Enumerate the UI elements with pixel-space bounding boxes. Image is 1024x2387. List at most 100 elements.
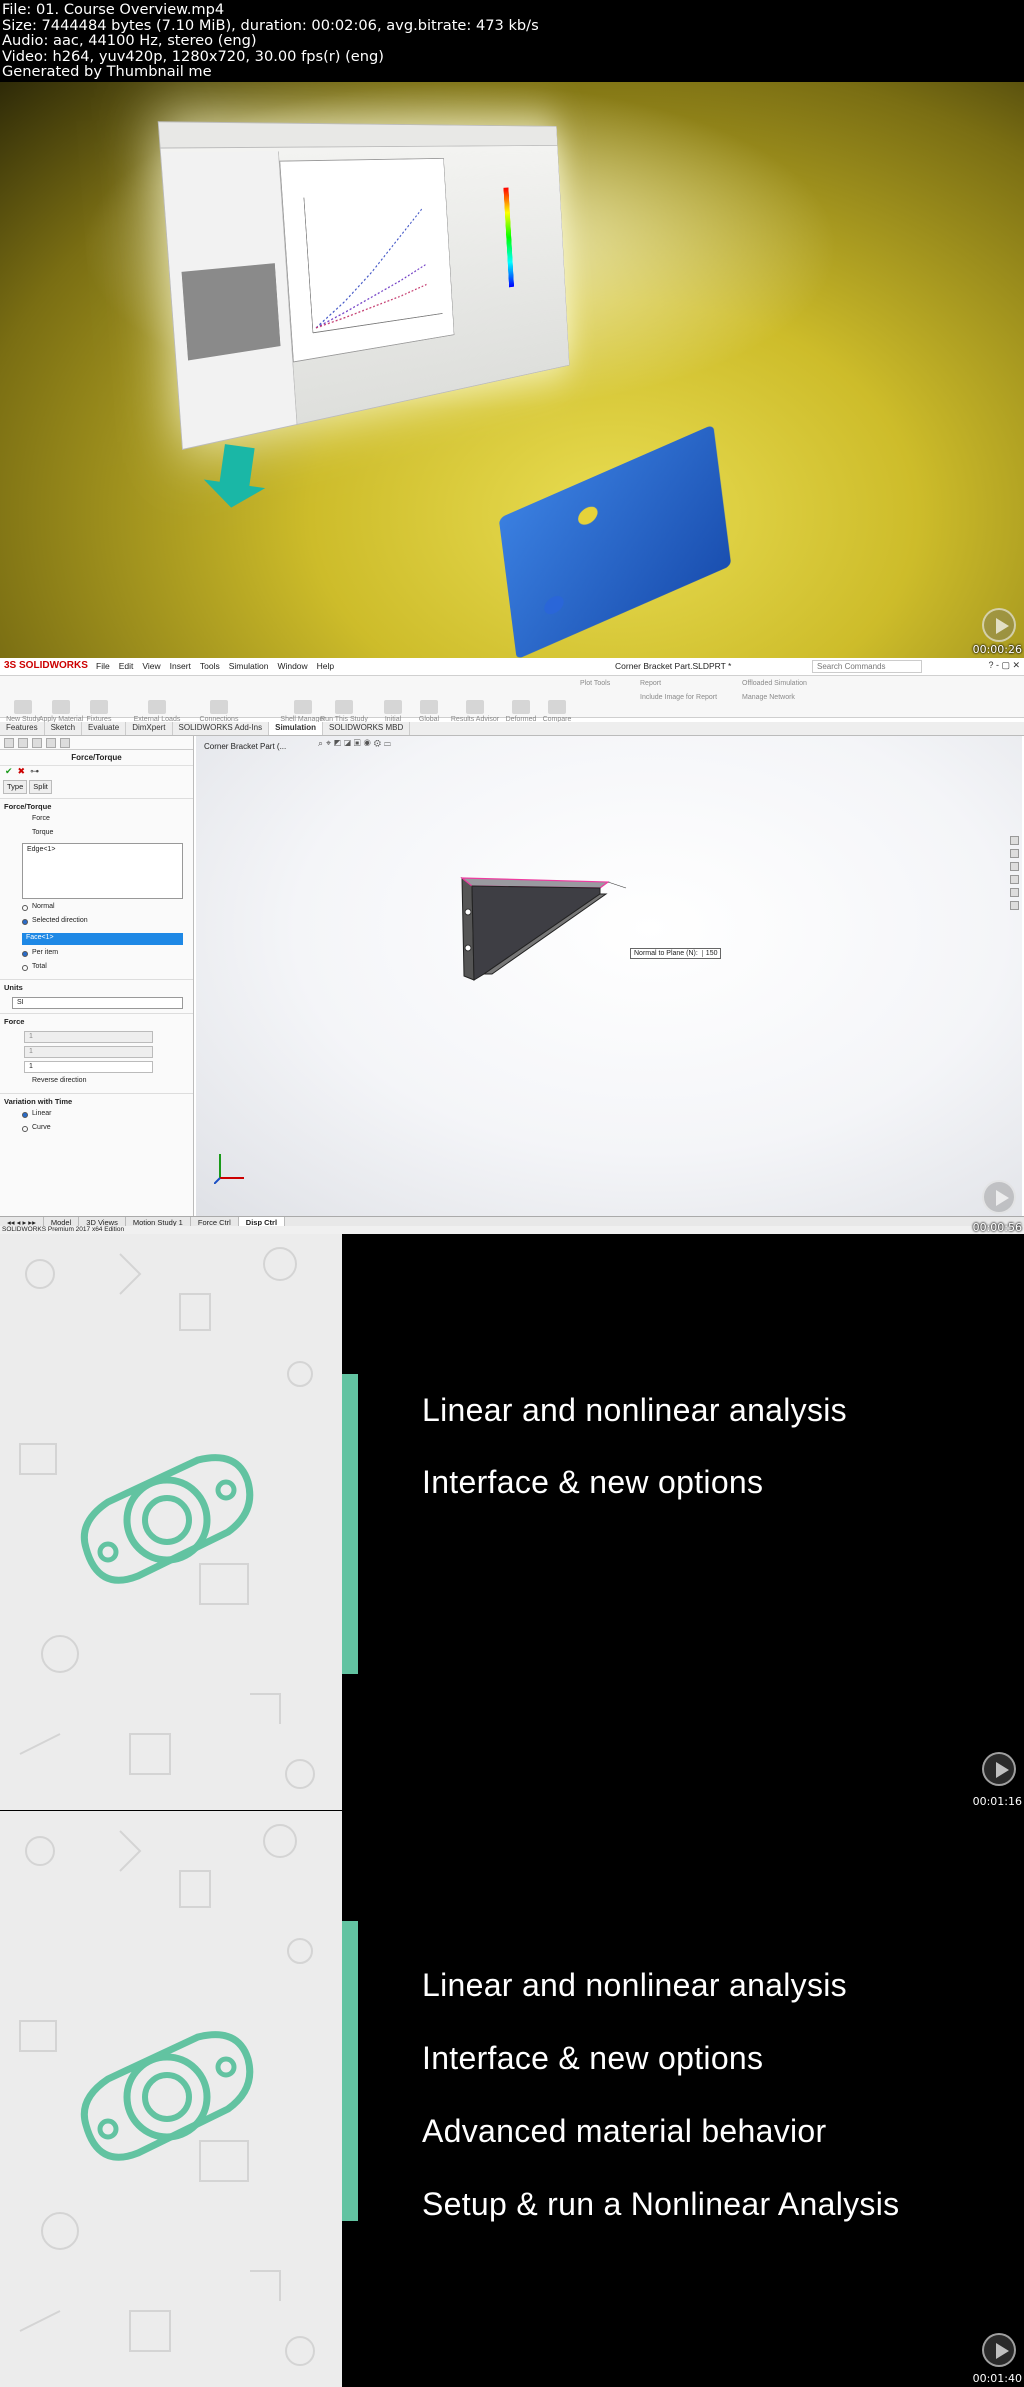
force-x-input[interactable]: 1 xyxy=(24,1031,153,1043)
force-callout[interactable]: Normal to Plane (N): 150 xyxy=(630,948,722,959)
gasket-part-icon xyxy=(80,1454,254,1584)
menu-file[interactable]: File xyxy=(96,661,110,671)
radio-selected-icon xyxy=(22,951,28,957)
graphics-area[interactable]: Corner Bracket Part (... xyxy=(196,736,1022,1216)
menu-tools[interactable]: Tools xyxy=(200,661,220,671)
force-z-input[interactable]: 1 xyxy=(24,1061,153,1073)
radio-icon xyxy=(22,905,28,911)
tab-split[interactable]: Split xyxy=(29,780,52,794)
play-icon[interactable] xyxy=(982,1180,1016,1214)
radio-per-item[interactable]: Per item xyxy=(0,947,193,961)
appearances-icon[interactable] xyxy=(1010,888,1019,897)
callout-value[interactable]: 150 xyxy=(701,950,718,957)
feature-tree-item[interactable]: Corner Bracket Part (... xyxy=(204,742,286,751)
units-select[interactable]: SI xyxy=(12,997,183,1009)
pm-type-tabs: Type Split xyxy=(0,780,193,794)
checkbox-reverse-direction[interactable]: Reverse direction xyxy=(0,1075,193,1089)
display-manager-icon[interactable] xyxy=(60,738,70,748)
condition-icon xyxy=(384,700,402,714)
bracket-model[interactable] xyxy=(196,736,1022,1216)
direction-face-selection[interactable]: Face<1> xyxy=(22,933,183,945)
task-pane-icons xyxy=(1010,836,1020,914)
view-palette-icon[interactable] xyxy=(1010,875,1019,884)
radio-icon xyxy=(22,965,28,971)
file-name: File: 01. Course Overview.mp4 xyxy=(2,1,225,18)
tab-mbd[interactable]: SOLIDWORKS MBD xyxy=(323,722,411,735)
selection-list[interactable]: Edge<1> xyxy=(22,843,183,899)
audio-info: Audio: aac, 44100 Hz, stereo (eng) xyxy=(2,32,257,50)
radio-normal[interactable]: Normal xyxy=(0,901,193,915)
cmd-manage-network[interactable]: Manage Network xyxy=(742,694,842,702)
frame-timestamp: 00:00:56 xyxy=(972,1221,1022,1234)
damping-icon xyxy=(420,700,438,714)
play-icon[interactable] xyxy=(982,2333,1016,2367)
window-controls[interactable]: ? - ▢ ✕ xyxy=(988,660,1020,671)
section-units[interactable]: Units xyxy=(0,979,193,994)
pushpin-icon[interactable]: ⊶ xyxy=(30,766,39,776)
section-force-torque[interactable]: Force/Torque xyxy=(0,798,193,813)
menu-view[interactable]: View xyxy=(142,661,160,671)
cancel-icon[interactable]: ✖ xyxy=(18,766,26,776)
play-icon[interactable] xyxy=(982,608,1016,642)
menu-simulation[interactable]: Simulation xyxy=(229,661,269,671)
radio-curve[interactable]: Curve xyxy=(0,1122,193,1136)
tab-type[interactable]: Type xyxy=(3,780,28,794)
tab-dimxpert[interactable]: DimXpert xyxy=(126,722,173,735)
property-manager-icon[interactable] xyxy=(18,738,28,748)
cmd-plot-tools[interactable]: Plot Tools xyxy=(580,680,640,688)
radio-icon xyxy=(22,1126,28,1132)
play-icon[interactable] xyxy=(982,1752,1016,1786)
heads-up-view-toolbar[interactable]: ⌕⌖◩◪▣◉⚙▭ xyxy=(318,738,394,749)
library-icon[interactable] xyxy=(1010,849,1019,858)
radio-selected-direction[interactable]: Selected direction xyxy=(0,915,193,929)
deformed-icon xyxy=(512,700,530,714)
radio-linear[interactable]: Linear xyxy=(0,1108,193,1122)
resources-icon[interactable] xyxy=(1010,836,1019,845)
radio-total[interactable]: Total xyxy=(0,961,193,975)
tab-features[interactable]: Features xyxy=(0,722,45,735)
cmd-offloaded-simulation[interactable]: Offloaded Simulation xyxy=(742,680,842,688)
cmd-run-study[interactable]: Run This Study xyxy=(316,700,372,724)
menu-insert[interactable]: Insert xyxy=(170,661,191,671)
tab-simulation[interactable]: Simulation xyxy=(269,722,324,735)
manager-tabs xyxy=(0,736,193,750)
accent-bar xyxy=(342,1374,358,1674)
search-commands-input[interactable]: Search Commands xyxy=(812,660,922,673)
generator-info: Generated by Thumbnail me xyxy=(2,63,212,81)
video-frame-3: Linear and nonlinear analysis Interface … xyxy=(0,1234,1024,1810)
section-force[interactable]: Force xyxy=(0,1013,193,1028)
dimxpert-icon[interactable] xyxy=(46,738,56,748)
accent-bar xyxy=(342,1921,358,2221)
custom-properties-icon[interactable] xyxy=(1010,901,1019,910)
tab-sketch[interactable]: Sketch xyxy=(45,722,83,735)
explorer-icon[interactable] xyxy=(1010,862,1019,871)
cmd-report[interactable]: Report xyxy=(640,680,700,688)
bullet-item: Setup & run a Nonlinear Analysis xyxy=(422,2186,900,2222)
load-icon xyxy=(148,700,166,714)
video-info: Video: h264, yuv420p, 1280x720, 30.00 fp… xyxy=(2,47,384,65)
option-torque[interactable]: Torque xyxy=(0,827,193,841)
bullet-item: Interface & new options xyxy=(422,2040,764,2076)
response-graph-window xyxy=(279,157,455,363)
cmd-include-image[interactable]: Include Image for Report xyxy=(640,694,740,702)
section-variation-time[interactable]: Variation with Time xyxy=(0,1093,193,1108)
option-force[interactable]: Force xyxy=(0,813,193,827)
pm-actions: ✔ ✖ ⊶ xyxy=(0,766,193,780)
feature-manager-icon[interactable] xyxy=(4,738,14,748)
menu-help[interactable]: Help xyxy=(317,661,334,671)
connection-icon xyxy=(210,700,228,714)
ok-icon[interactable]: ✔ xyxy=(5,766,13,776)
bracket-hole xyxy=(543,592,565,618)
screen-results-block xyxy=(181,263,281,361)
menu-edit[interactable]: Edit xyxy=(119,661,134,671)
force-y-input[interactable]: 1 xyxy=(24,1046,153,1058)
tab-addins[interactable]: SOLIDWORKS Add-Ins xyxy=(173,722,270,735)
cmd-results-advisor[interactable]: Results Advisor xyxy=(448,700,502,724)
axis-triad-icon xyxy=(214,1154,244,1184)
bullet-item: Advanced material behavior xyxy=(422,2113,827,2149)
configuration-icon[interactable] xyxy=(32,738,42,748)
menu-window[interactable]: Window xyxy=(277,661,307,671)
tab-evaluate[interactable]: Evaluate xyxy=(82,722,127,735)
video-frame-4: Linear and nonlinear analysis Interface … xyxy=(0,1811,1024,2387)
icon-pattern-panel xyxy=(0,1234,342,1810)
